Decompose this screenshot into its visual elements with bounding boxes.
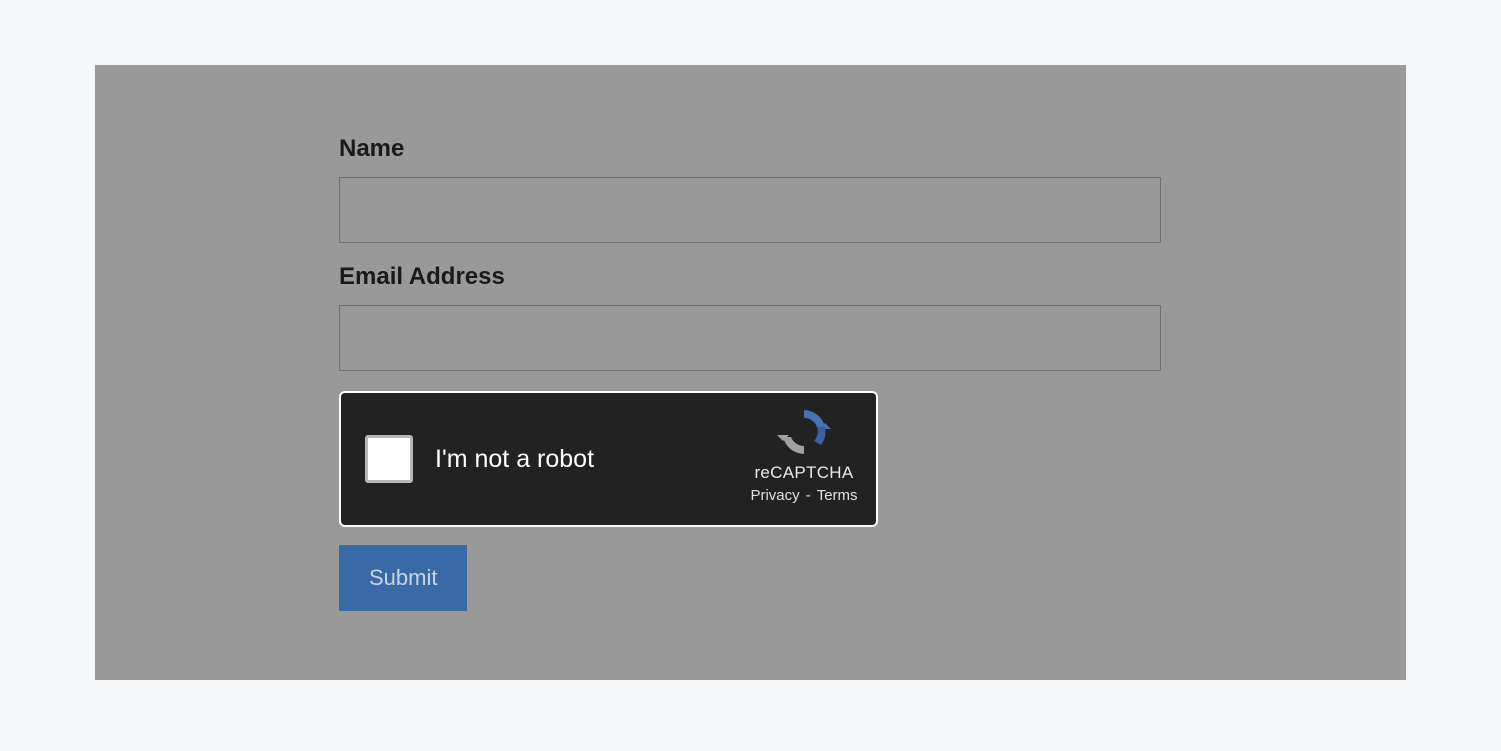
name-input[interactable]	[339, 177, 1161, 243]
recaptcha-brand-text: reCAPTCHA	[750, 463, 858, 483]
recaptcha-label: I'm not a robot	[435, 445, 594, 474]
recaptcha-checkbox[interactable]	[365, 435, 413, 483]
name-field-group: Name	[339, 135, 1406, 243]
recaptcha-separator: -	[806, 487, 811, 504]
submit-button[interactable]: Submit	[339, 545, 467, 611]
email-field-group: Email Address	[339, 263, 1406, 371]
email-label: Email Address	[339, 263, 1406, 291]
form-panel: Name Email Address I'm not a robot reCAP…	[95, 65, 1406, 680]
recaptcha-branding: reCAPTCHA Privacy - Terms	[750, 407, 858, 504]
email-input[interactable]	[339, 305, 1161, 371]
recaptcha-terms-link[interactable]: Terms	[817, 487, 858, 504]
recaptcha-privacy-link[interactable]: Privacy	[750, 487, 799, 504]
recaptcha-links: Privacy - Terms	[750, 487, 858, 504]
recaptcha-widget: I'm not a robot reCAPTCHA Privacy - Term…	[339, 391, 878, 527]
name-label: Name	[339, 135, 1406, 163]
recaptcha-icon	[750, 407, 858, 457]
